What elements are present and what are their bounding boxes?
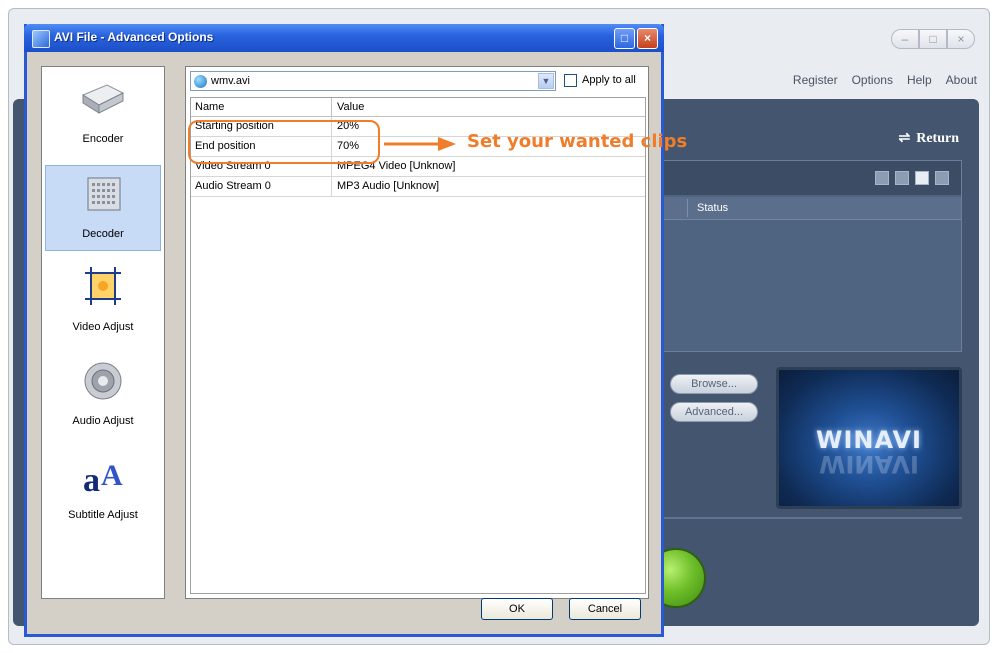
ok-button[interactable]: OK xyxy=(481,598,553,620)
main-menu-bar: Register Options Help About xyxy=(793,73,977,87)
job-list-toolbar xyxy=(661,161,961,195)
cancel-button[interactable]: Cancel xyxy=(569,598,641,620)
table-row[interactable]: Audio Stream 0 MP3 Audio [Unknow] xyxy=(191,177,645,197)
speaker-icon xyxy=(84,362,122,400)
main-close-button[interactable]: × xyxy=(947,29,975,49)
sidebar-item-decoder[interactable]: Decoder xyxy=(45,165,161,251)
media-file-icon xyxy=(194,75,207,88)
column-header-name[interactable]: Name xyxy=(195,101,224,113)
column-header-value[interactable]: Value xyxy=(337,101,364,113)
apply-to-all-checkbox[interactable] xyxy=(564,74,577,87)
sidebar-item-label: Decoder xyxy=(82,228,124,240)
clip-range-highlight xyxy=(188,120,380,164)
cell-divider xyxy=(331,177,332,196)
advanced-button[interactable]: Advanced... xyxy=(670,402,758,422)
toolbar-up-icon[interactable] xyxy=(915,171,929,185)
job-list-panel: Status xyxy=(660,160,962,352)
column-status[interactable]: Status xyxy=(697,202,728,214)
row-value[interactable]: MP3 Audio [Unknow] xyxy=(337,180,439,192)
dialog-titlebar[interactable]: AVI File - Advanced Options □ × xyxy=(24,24,664,52)
menu-options[interactable]: Options xyxy=(852,73,893,87)
browse-button[interactable]: Browse... xyxy=(670,374,758,394)
annotation-arrow-icon xyxy=(384,137,456,151)
chevron-down-icon[interactable]: ▼ xyxy=(538,73,554,89)
dialog-window-controls: □ × xyxy=(591,28,658,49)
menu-about[interactable]: About xyxy=(946,73,977,87)
sidebar-item-label: Video Adjust xyxy=(72,321,134,333)
dialog-title: AVI File - Advanced Options xyxy=(54,30,214,44)
toolbar-icons xyxy=(875,171,949,185)
file-select-dropdown[interactable]: wmv.avi ▼ xyxy=(190,71,556,91)
sidebar-item-video-adjust[interactable]: Video Adjust xyxy=(45,259,161,345)
sidebar-item-subtitle-adjust[interactable]: a A Subtitle Adjust xyxy=(45,447,161,533)
table-header: Name Value xyxy=(191,98,645,117)
hard-drive-icon xyxy=(81,84,125,114)
sidebar-item-label: Audio Adjust xyxy=(72,415,134,427)
annotation-text: Set your wanted clips xyxy=(467,131,688,152)
return-label: Return xyxy=(916,131,959,146)
text-font-icon: a A xyxy=(83,459,123,495)
return-arrow-icon: ⇌ xyxy=(898,131,911,146)
main-window-controls: – □ × xyxy=(891,29,975,49)
file-select-value: wmv.avi xyxy=(211,75,250,87)
column-divider[interactable] xyxy=(331,98,332,116)
toolbar-add-icon[interactable] xyxy=(875,171,889,185)
crop-frame-icon xyxy=(85,267,121,305)
menu-help[interactable]: Help xyxy=(907,73,932,87)
decoder-chip-icon xyxy=(87,177,121,211)
main-divider xyxy=(662,517,962,519)
sidebar-item-label: Subtitle Adjust xyxy=(68,509,138,521)
dialog-maximize-button[interactable]: □ xyxy=(614,28,635,49)
toolbar-down-icon[interactable] xyxy=(935,171,949,185)
app-icon xyxy=(32,30,50,48)
menu-register[interactable]: Register xyxy=(793,73,838,87)
column-divider[interactable] xyxy=(687,199,688,217)
job-list-header: Status xyxy=(661,197,961,220)
toolbar-remove-icon[interactable] xyxy=(895,171,909,185)
sidebar-item-label: Encoder xyxy=(82,133,124,145)
sidebar-item-encoder[interactable]: Encoder xyxy=(45,71,161,157)
main-minimize-button[interactable]: – xyxy=(891,29,919,49)
dialog-close-button[interactable]: × xyxy=(637,28,658,49)
svg-text:A: A xyxy=(101,459,123,492)
advanced-options-dialog: AVI File - Advanced Options □ × Encoder xyxy=(24,24,664,637)
row-name: Audio Stream 0 xyxy=(195,180,271,192)
svg-text:a: a xyxy=(83,462,100,495)
winavi-logo: WINAVI WINAVI xyxy=(776,367,962,509)
category-sidebar: Encoder Decoder Video Adjust Audio Adjus… xyxy=(41,66,165,599)
properties-table: Name Value Starting position 20% End pos… xyxy=(190,97,646,594)
sidebar-item-audio-adjust[interactable]: Audio Adjust xyxy=(45,353,161,439)
return-button[interactable]: ⇌ Return xyxy=(898,130,959,147)
apply-to-all-label[interactable]: Apply to all xyxy=(582,74,636,86)
dialog-minimize-button[interactable] xyxy=(591,28,612,49)
logo-reflection: WINAVI xyxy=(819,450,919,478)
main-maximize-button[interactable]: □ xyxy=(919,29,947,49)
